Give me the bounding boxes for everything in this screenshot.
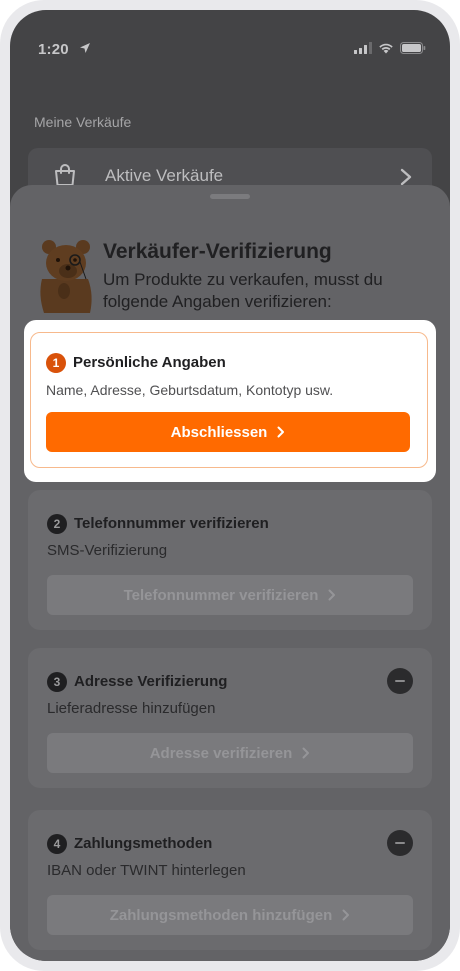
wifi-icon	[379, 43, 393, 54]
status-bar: 1:20	[10, 10, 450, 84]
sheet-subtitle: Um Produkte zu verkaufen, musst du folge…	[103, 270, 383, 311]
step-description: SMS-Verifizierung	[47, 542, 168, 559]
verify-address-button[interactable]: Adresse verifizieren	[47, 733, 413, 773]
step-description: Name, Adresse, Geburtsdatum, Kontotyp us…	[46, 382, 334, 398]
step-description: Lieferadresse hinzufügen	[47, 700, 216, 717]
collapse-button[interactable]	[387, 668, 413, 694]
chevron-right-icon	[277, 426, 285, 438]
step-number-badge: 1	[46, 353, 66, 373]
verify-phone-button-label: Telefonnummer verifizieren	[123, 586, 319, 604]
add-payment-button[interactable]: Zahlungsmethoden hinzufügen	[47, 895, 413, 935]
verify-phone-button[interactable]: Telefonnummer verifizieren	[47, 575, 413, 615]
minus-icon	[395, 842, 405, 844]
complete-button[interactable]: Abschliessen	[46, 412, 410, 452]
screen: 1:20 Meine Verkäufe Aktive Verkäufe Verk…	[10, 10, 450, 961]
add-payment-button-label: Zahlungsmethoden hinzufügen	[109, 906, 333, 924]
sheet-grabber[interactable]	[210, 194, 250, 199]
minus-icon	[395, 680, 405, 682]
chevron-right-icon	[328, 589, 336, 601]
step-title: Telefonnummer verifizieren	[74, 515, 269, 532]
chevron-right-icon	[342, 909, 350, 921]
highlight-spotlight: 1 Persönliche Angaben Name, Adresse, Geb…	[24, 320, 436, 482]
sheet-title: Verkäufer-Verifizierung	[103, 240, 332, 263]
step-number-badge: 4	[47, 834, 67, 854]
step-description: IBAN oder TWINT hinterlegen	[47, 862, 246, 879]
chevron-right-icon	[400, 168, 412, 186]
status-indicators	[354, 42, 426, 54]
phone-frame: 1:20 Meine Verkäufe Aktive Verkäufe Verk…	[0, 0, 460, 971]
battery-icon	[400, 42, 426, 54]
location-arrow-icon	[80, 43, 90, 53]
step-number-badge: 3	[47, 672, 67, 692]
step-title: Persönliche Angaben	[73, 354, 226, 371]
step-card-phone: 2 Telefonnummer verifizieren SMS-Verifiz…	[28, 490, 432, 630]
complete-button-label: Abschliessen	[170, 423, 268, 441]
step-title: Zahlungsmethoden	[74, 835, 213, 852]
step-card-personal-info: 1 Persönliche Angaben Name, Adresse, Geb…	[30, 332, 428, 468]
step-title: Adresse Verifizierung	[74, 673, 228, 690]
signal-icon	[354, 42, 372, 54]
step-card-address: 3 Adresse Verifizierung Lieferadresse hi…	[28, 648, 432, 788]
verify-address-button-label: Adresse verifizieren	[149, 744, 293, 762]
collapse-button[interactable]	[387, 830, 413, 856]
chevron-right-icon	[302, 747, 310, 759]
active-sales-label: Aktive Verkäufe	[105, 166, 224, 185]
bear-mascot	[40, 240, 92, 313]
status-time: 1:20	[38, 41, 69, 58]
section-title-my-sales: Meine Verkäufe	[34, 114, 132, 130]
step-card-payment: 4 Zahlungsmethoden IBAN oder TWINT hinte…	[28, 810, 432, 950]
step-number-badge: 2	[47, 514, 67, 534]
